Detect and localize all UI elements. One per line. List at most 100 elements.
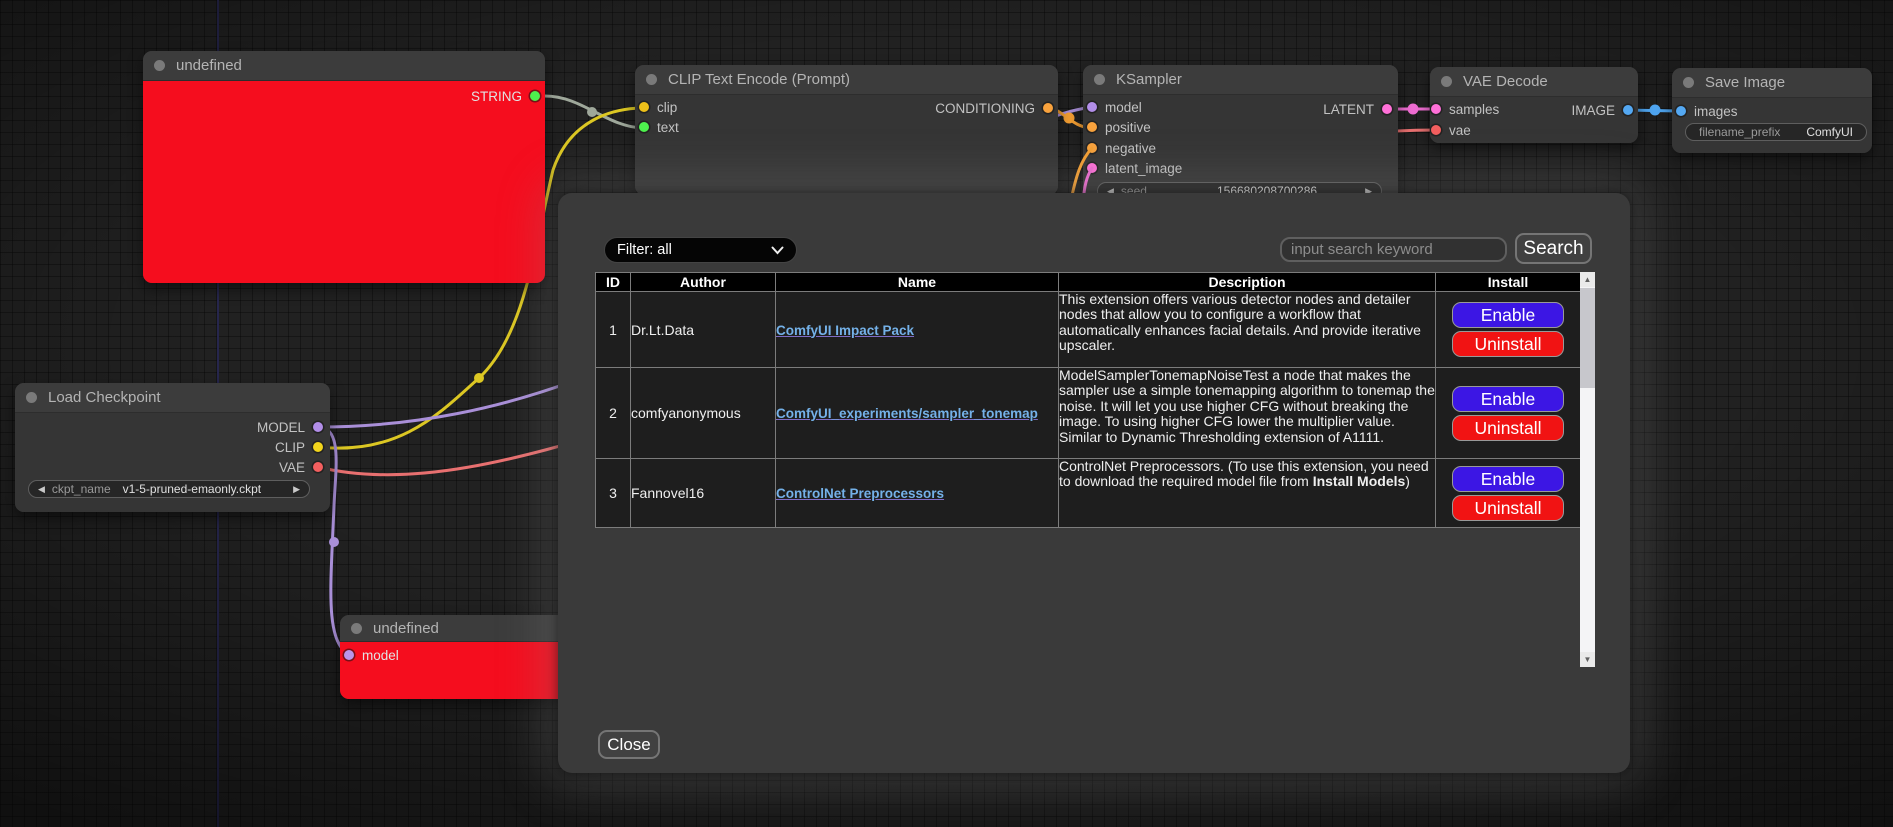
scrollbar-up-icon[interactable]: ▲ [1580,272,1595,287]
filter-select[interactable]: Filter: all [604,237,797,263]
extension-link[interactable]: ComfyUI Impact Pack [776,323,914,338]
scrollbar-thumb[interactable] [1580,288,1595,388]
extension-link[interactable]: ControlNet Preprocessors [776,486,944,501]
port-dot-vae[interactable] [313,462,323,472]
filename-prefix-widget[interactable]: filename_prefix ComfyUI [1685,123,1867,141]
port-input-model[interactable]: model [344,645,399,665]
ckpt-next-icon[interactable]: ▶ [293,484,300,495]
port-output-conditioning[interactable]: CONDITIONING [935,98,1053,118]
port-dot-model[interactable] [344,650,354,660]
scrollbar-down-icon[interactable]: ▼ [1580,652,1595,667]
table-row: 2 comfyanonymous ComfyUI_experiments/sam… [596,368,1581,459]
port-output-string[interactable]: STRING [471,86,540,106]
uninstall-button[interactable]: Uninstall [1452,415,1564,441]
cell-author: Dr.Lt.Data [631,292,776,368]
ckpt-prev-icon[interactable]: ◀ [38,484,45,495]
cell-name: ComfyUI Impact Pack [776,292,1059,368]
port-dot-image[interactable] [1623,105,1633,115]
port-dot-conditioning[interactable] [1043,103,1053,113]
node-collapse-dot-icon[interactable] [154,60,165,71]
node-undefined-top[interactable]: undefined STRING [143,51,545,283]
enable-button[interactable]: Enable [1452,302,1564,328]
port-dot-clip[interactable] [313,442,323,452]
cell-install: Enable Uninstall [1436,292,1581,368]
filename-prefix-label: filename_prefix [1699,125,1780,139]
header-install: Install [1436,273,1581,292]
node-load-checkpoint[interactable]: Load Checkpoint MODEL CLIP VAE ◀ ckpt_na… [15,383,330,512]
node-title: Save Image [1705,74,1785,91]
node-title: KSampler [1116,71,1182,88]
table-row: 1 Dr.Lt.Data ComfyUI Impact Pack This ex… [596,292,1581,368]
port-dot-latent-image[interactable] [1087,163,1097,173]
port-dot-string[interactable] [530,91,540,101]
node-title-bar[interactable]: CLIP Text Encode (Prompt) [635,65,1058,95]
node-title-bar[interactable]: KSampler [1083,65,1398,95]
node-title-bar[interactable]: undefined [143,51,545,81]
node-title: undefined [176,57,242,74]
ckpt-name-widget[interactable]: ◀ ckpt_name v1-5-pruned-emaonly.ckpt ▶ [28,480,310,498]
node-clip-text-encode[interactable]: CLIP Text Encode (Prompt) clip text COND… [635,65,1058,195]
port-output-model[interactable]: MODEL [257,417,323,437]
cell-install: Enable Uninstall [1436,368,1581,459]
enable-button[interactable]: Enable [1452,466,1564,492]
port-input-samples[interactable]: samples [1431,99,1499,119]
search-input[interactable] [1280,237,1507,262]
port-output-image[interactable]: IMAGE [1571,100,1633,120]
enable-button[interactable]: Enable [1452,386,1564,412]
cell-name: ControlNet Preprocessors [776,459,1059,528]
search-button[interactable]: Search [1515,233,1592,264]
port-input-positive[interactable]: positive [1087,117,1151,137]
port-dot-positive[interactable] [1087,122,1097,132]
node-title: Load Checkpoint [48,389,161,406]
node-ksampler[interactable]: KSampler model positive negative latent_… [1083,65,1398,205]
port-dot-latent[interactable] [1382,104,1392,114]
table-row: 3 Fannovel16 ControlNet Preprocessors Co… [596,459,1581,528]
port-input-clip[interactable]: clip [639,97,677,117]
cell-id: 1 [596,292,631,368]
node-save-image[interactable]: Save Image images filename_prefix ComfyU… [1672,68,1872,153]
cell-id: 2 [596,368,631,459]
port-input-vae[interactable]: vae [1431,120,1471,140]
port-input-model[interactable]: model [1087,97,1142,117]
extension-link[interactable]: ComfyUI_experiments/sampler_tonemap [776,406,1038,421]
port-dot-negative[interactable] [1087,143,1097,153]
node-title: undefined [373,620,439,637]
port-dot-samples[interactable] [1431,104,1441,114]
chevron-down-icon [771,246,784,255]
node-collapse-dot-icon[interactable] [1441,76,1452,87]
port-output-clip[interactable]: CLIP [275,437,323,457]
node-title-bar[interactable]: Save Image [1672,68,1872,98]
port-input-latent-image[interactable]: latent_image [1087,158,1182,178]
cell-install: Enable Uninstall [1436,459,1581,528]
port-dot-model[interactable] [313,422,323,432]
node-collapse-dot-icon[interactable] [26,392,37,403]
node-collapse-dot-icon[interactable] [646,74,657,85]
port-input-negative[interactable]: negative [1087,138,1156,158]
table-scrollbar[interactable]: ▲ ▼ [1580,272,1595,667]
header-description: Description [1059,273,1436,292]
port-output-vae[interactable]: VAE [279,457,323,477]
filter-selected-value: Filter: all [617,242,672,258]
node-title-bar[interactable]: VAE Decode [1430,67,1638,97]
node-collapse-dot-icon[interactable] [351,623,362,634]
uninstall-button[interactable]: Uninstall [1452,331,1564,357]
node-vae-decode[interactable]: VAE Decode samples vae IMAGE [1430,67,1638,143]
header-author: Author [631,273,776,292]
ckpt-name-label: ckpt_name [52,482,111,496]
node-collapse-dot-icon[interactable] [1683,77,1694,88]
port-dot-clip[interactable] [639,102,649,112]
port-dot-model[interactable] [1087,102,1097,112]
port-dot-text[interactable] [639,122,649,132]
cell-id: 3 [596,459,631,528]
port-dot-images[interactable] [1676,106,1686,116]
node-collapse-dot-icon[interactable] [1094,74,1105,85]
port-dot-vae[interactable] [1431,125,1441,135]
port-input-images[interactable]: images [1676,101,1738,121]
extensions-table: ID Author Name Description Install 1 Dr.… [595,272,1581,528]
node-title-bar[interactable]: Load Checkpoint [15,383,330,413]
uninstall-button[interactable]: Uninstall [1452,495,1564,521]
close-button[interactable]: Close [598,730,660,759]
port-output-latent[interactable]: LATENT [1323,99,1392,119]
cell-author: comfyanonymous [631,368,776,459]
port-input-text[interactable]: text [639,117,679,137]
